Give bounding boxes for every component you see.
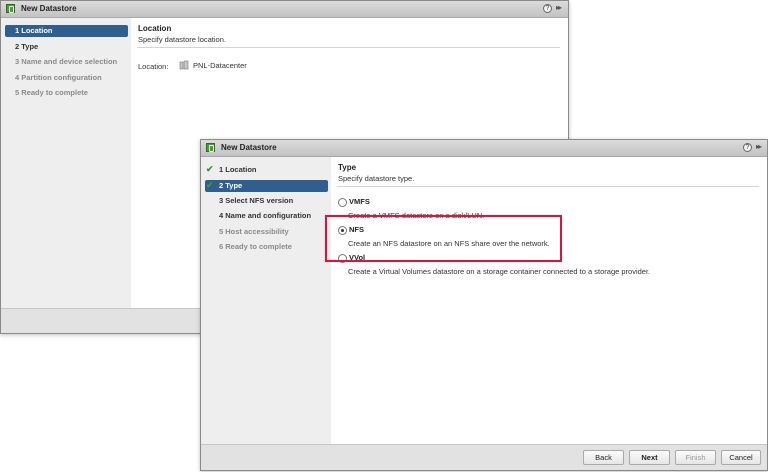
vmfs-radio[interactable] [338,198,347,207]
section-divider [337,186,759,187]
help-icon[interactable]: ? [543,4,552,13]
check-icon: ✔ [206,180,214,190]
step-label: 2 Type [219,181,243,190]
section-divider [137,47,560,48]
step-label: 1 Location [219,165,257,174]
section-title: Location [138,24,172,33]
step-name-and-configuration[interactable]: 4 Name and configuration [205,210,328,222]
next-button[interactable]: Next [629,450,670,465]
help-icon[interactable]: ? [743,143,752,152]
step-type[interactable]: 2 Type [5,41,128,53]
cancel-button[interactable]: Cancel [721,450,761,465]
wizard-steps-sidebar: 1 Location 2 Type 3 Name and device sele… [1,18,131,308]
step-select-nfs-version[interactable]: 3 Select NFS version [205,195,328,207]
step-ready-to-complete: 6 Ready to complete [219,242,292,251]
vvol-description: Create a Virtual Volumes datastore on a … [348,267,651,276]
step-host-accessibility: 5 Host accessibility [219,227,289,236]
step-location[interactable]: ✔ 1 Location [205,164,328,176]
new-datastore-dialog: New Datastore ? ▸▸ ✔ 1 Location ✔ 2 Type… [200,139,768,471]
datastore-icon [206,143,215,152]
back-button[interactable]: Back [583,450,624,465]
dialog-title: New Datastore [21,4,77,13]
datastore-icon [6,4,15,13]
location-label: Location: [138,62,169,71]
step-location[interactable]: 1 Location [5,25,128,37]
section-subtitle: Specify datastore location. [138,35,226,44]
expand-icon[interactable]: ▸▸ [756,142,762,151]
section-subtitle: Specify datastore type. [338,174,415,183]
dialog-titlebar[interactable]: New Datastore ? ▸▸ [1,1,568,18]
location-value[interactable]: PNL-Datacenter [193,61,247,70]
vmfs-label[interactable]: VMFS [349,197,370,206]
step-name-and-device-selection: 3 Name and device selection [15,57,118,66]
datacenter-icon [179,60,189,70]
dialog-titlebar[interactable]: New Datastore ? ▸▸ [201,140,767,157]
check-icon: ✔ [206,164,214,174]
wizard-steps-sidebar: ✔ 1 Location ✔ 2 Type 3 Select NFS versi… [201,157,331,446]
section-title: Type [338,163,357,172]
dialog-title: New Datastore [221,143,277,152]
nfs-highlight-box [325,215,562,262]
step-type[interactable]: ✔ 2 Type [205,180,328,192]
step-partition-configuration: 4 Partition configuration [15,73,102,82]
step-ready-to-complete: 5 Ready to complete [15,88,88,97]
expand-icon[interactable]: ▸▸ [556,3,562,12]
dialog-footer: Back Next Finish Cancel [201,444,767,470]
finish-button: Finish [675,450,716,465]
